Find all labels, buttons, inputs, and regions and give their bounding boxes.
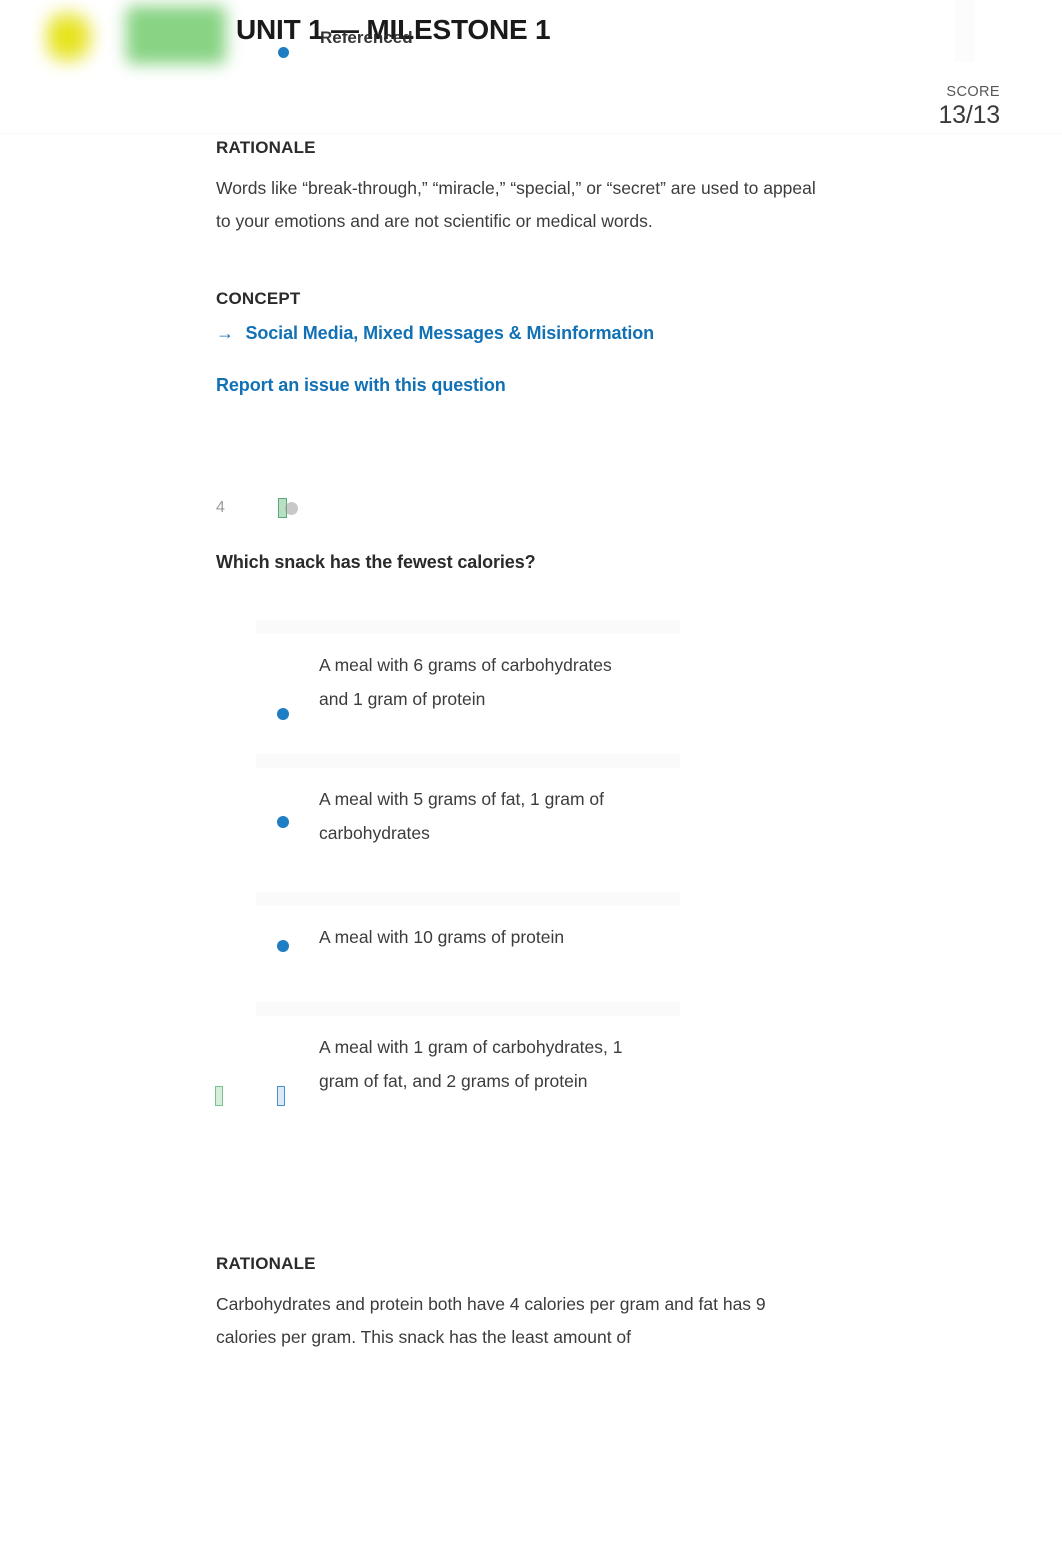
rationale-bottom-section: RATIONALE Carbohydrates and protein both… — [216, 1254, 826, 1354]
answer-option-4-label: A meal with 1 gram of carbohydrates, 1 g… — [319, 1037, 623, 1091]
report-issue-row[interactable]: Report an issue with this question — [216, 375, 506, 396]
answer-option-4[interactable]: A meal with 1 gram of carbohydrates, 1 g… — [215, 1002, 916, 1152]
selected-answer-icon[interactable] — [277, 1086, 285, 1106]
rationale-top-heading: RATIONALE — [216, 138, 316, 157]
concept-link[interactable]: Social Media, Mixed Messages & Misinform… — [245, 323, 654, 344]
header-divider — [0, 133, 1062, 134]
referenced-overlay-text: Referenced — [320, 28, 413, 47]
question-number: 4 — [216, 499, 225, 516]
correct-answer-check-icon — [215, 1086, 223, 1106]
answer-option-3[interactable]: A meal with 10 grams of protein — [216, 892, 916, 1002]
report-issue-link[interactable]: Report an issue with this question — [216, 375, 506, 396]
answer-options-list: A meal with 6 grams of carbohydrates and… — [215, 620, 916, 1152]
blurred-yellow-logo-icon — [44, 8, 96, 66]
score-display: SCORE 13/13 — [938, 84, 1000, 130]
answer-option-1-label: A meal with 6 grams of carbohydrates and… — [319, 655, 612, 709]
milestone-review-page: UNIT 1 — MILESTONE 1 Referenced SCORE 13… — [0, 0, 1062, 1556]
answer-option-2-label: A meal with 5 grams of fat, 1 gram of ca… — [319, 789, 604, 843]
score-label: SCORE — [946, 84, 1000, 100]
question-meta-row: 4 — [216, 498, 298, 518]
option-highlight-bar — [256, 892, 680, 906]
option-highlight-bar — [256, 620, 680, 634]
question-prompt: Which snack has the fewest calories? — [216, 552, 536, 572]
rationale-bottom-heading: RATIONALE — [216, 1254, 316, 1273]
rationale-top-text: Words like “break-through,” “miracle,” “… — [216, 178, 816, 231]
answer-status-icon — [278, 498, 298, 518]
header-faint-divider — [955, 0, 975, 62]
concept-heading: CONCEPT — [216, 289, 301, 308]
option-bullet-icon[interactable] — [277, 940, 289, 952]
rationale-top-section: RATIONALE Words like “break-through,” “m… — [216, 138, 816, 238]
option-bullet-icon[interactable] — [277, 816, 289, 828]
option-highlight-bar — [256, 754, 680, 768]
rationale-bottom-text: Carbohydrates and protein both have 4 ca… — [216, 1294, 766, 1347]
concept-section: CONCEPT → Social Media, Mixed Messages &… — [216, 289, 654, 344]
answer-option-3-label: A meal with 10 grams of protein — [319, 927, 565, 947]
header-bullet-icon — [278, 47, 289, 58]
option-bullet-icon[interactable] — [277, 708, 289, 720]
concept-link-row[interactable]: → Social Media, Mixed Messages & Misinfo… — [216, 323, 654, 344]
header-title-group: UNIT 1 — MILESTONE 1 Referenced — [236, 14, 856, 74]
blurred-green-logo-icon — [126, 6, 226, 64]
option-highlight-bar — [256, 1002, 680, 1016]
arrow-right-icon: → — [216, 323, 234, 343]
answer-option-1[interactable]: A meal with 6 grams of carbohydrates and… — [216, 620, 916, 754]
score-value: 13/13 — [938, 101, 1000, 129]
answer-option-2[interactable]: A meal with 5 grams of fat, 1 gram of ca… — [216, 754, 916, 892]
page-header: UNIT 1 — MILESTONE 1 Referenced SCORE 13… — [0, 0, 1062, 134]
